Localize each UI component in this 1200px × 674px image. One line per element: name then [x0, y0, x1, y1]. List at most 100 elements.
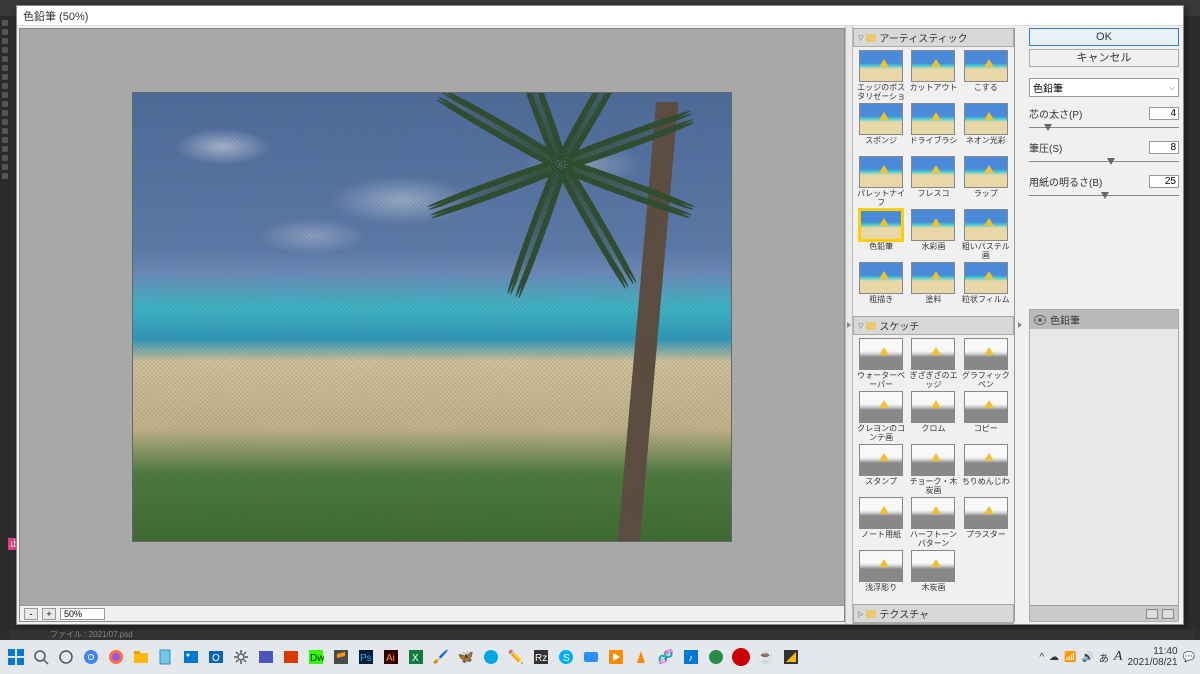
- firefox-icon[interactable]: [105, 646, 127, 668]
- category-sketch[interactable]: ▽ スケッチ: [853, 316, 1014, 335]
- app-icon-4[interactable]: ✏️: [505, 646, 527, 668]
- zoom-icon[interactable]: [580, 646, 602, 668]
- outlook-icon[interactable]: O: [205, 646, 227, 668]
- filter-thumb[interactable]: 色鉛筆: [856, 209, 906, 260]
- zoom-value[interactable]: 50%: [60, 608, 105, 620]
- music-icon[interactable]: ♪: [680, 646, 702, 668]
- filter-thumb-label: フレスコ: [917, 189, 949, 207]
- param-input[interactable]: [1149, 107, 1179, 120]
- tray-clock[interactable]: 11:40 2021/08/21: [1127, 646, 1177, 668]
- category-artistic[interactable]: ▽ アーティスティック: [853, 28, 1014, 47]
- param-input[interactable]: [1149, 141, 1179, 154]
- svg-text:Ai: Ai: [386, 653, 395, 664]
- filter-thumb[interactable]: プラスター: [961, 497, 1011, 548]
- filter-thumb[interactable]: 粒状フィルム: [961, 262, 1011, 313]
- tray-notification-icon[interactable]: 💬: [1183, 652, 1195, 663]
- filter-thumb[interactable]: スポンジ: [856, 103, 906, 154]
- record-icon[interactable]: [730, 646, 752, 668]
- chevron-right-icon: ▷: [858, 610, 863, 618]
- filter-thumb[interactable]: ぎざぎざのエッジ: [908, 338, 958, 389]
- param-slider[interactable]: [1029, 124, 1179, 132]
- filter-dropdown[interactable]: 色鉛筆: [1029, 78, 1179, 97]
- filter-thumb-label: 粗いパステル画: [961, 242, 1011, 260]
- filter-thumb[interactable]: ハーフトーンパターン: [908, 497, 958, 548]
- filter-thumb[interactable]: フレスコ: [908, 156, 958, 207]
- dreamweaver-icon[interactable]: Dw: [305, 646, 327, 668]
- tray-battery-icon[interactable]: 📶: [1064, 652, 1076, 663]
- filter-thumb[interactable]: チョーク・木炭画: [908, 444, 958, 495]
- app-icon-8[interactable]: ☕: [755, 646, 777, 668]
- tray-chevron-icon[interactable]: ^: [1039, 652, 1044, 663]
- category-brush[interactable]: ▷ ブラシストローク: [853, 623, 1014, 624]
- svg-text:X: X: [412, 653, 419, 664]
- filter-thumb[interactable]: 木炭画: [908, 550, 958, 601]
- filter-thumb[interactable]: クレヨンのコンテ画: [856, 391, 906, 442]
- cancel-button[interactable]: キャンセル: [1029, 49, 1179, 67]
- zoom-out-button[interactable]: -: [24, 608, 38, 620]
- filter-thumb[interactable]: 浅浮彫り: [856, 550, 906, 601]
- collapse-params-button[interactable]: [1015, 26, 1025, 624]
- filter-thumb[interactable]: 塗料: [908, 262, 958, 313]
- filter-thumb[interactable]: パレットナイフ: [856, 156, 906, 207]
- filter-thumb-label: グラフィックペン: [961, 371, 1011, 389]
- teams-icon[interactable]: [255, 646, 277, 668]
- app-icon[interactable]: [280, 646, 302, 668]
- filter-thumb[interactable]: コピー: [961, 391, 1011, 442]
- sublime-icon[interactable]: [330, 646, 352, 668]
- new-layer-button[interactable]: [1146, 609, 1158, 619]
- param-slider[interactable]: [1029, 192, 1179, 200]
- tray-ime-icon[interactable]: あ: [1099, 650, 1109, 665]
- filter-thumb[interactable]: カットアウト: [908, 50, 958, 101]
- filter-thumb[interactable]: エッジのポスタリゼーション: [856, 50, 906, 101]
- delete-layer-button[interactable]: [1162, 609, 1174, 619]
- app-icon-6[interactable]: 🧬: [655, 646, 677, 668]
- settings-icon[interactable]: [230, 646, 252, 668]
- filter-thumb[interactable]: グラフィックペン: [961, 338, 1011, 389]
- start-button[interactable]: [5, 646, 27, 668]
- ok-button[interactable]: OK: [1029, 28, 1179, 46]
- filter-thumb-label: スポンジ: [865, 136, 897, 154]
- media-icon[interactable]: [605, 646, 627, 668]
- visibility-icon[interactable]: [1034, 315, 1046, 325]
- app-icon-5[interactable]: Rz: [530, 646, 552, 668]
- tray-volume-icon[interactable]: 🔊: [1081, 652, 1093, 663]
- chrome-icon[interactable]: [80, 646, 102, 668]
- zoom-in-button[interactable]: +: [42, 608, 56, 620]
- app-icon-2[interactable]: 🖌️: [430, 646, 452, 668]
- notepad-icon[interactable]: [155, 646, 177, 668]
- cortana-button[interactable]: [55, 646, 77, 668]
- excel-icon[interactable]: X: [405, 646, 427, 668]
- collapse-gallery-button[interactable]: [845, 26, 853, 624]
- filter-thumb[interactable]: 粗描き: [856, 262, 906, 313]
- filter-thumb[interactable]: クロム: [908, 391, 958, 442]
- folder-icon: [866, 610, 876, 618]
- illustrator-icon[interactable]: Ai: [380, 646, 402, 668]
- filter-thumb[interactable]: スタンプ: [856, 444, 906, 495]
- skype-icon[interactable]: S: [555, 646, 577, 668]
- filter-thumb[interactable]: ウォーターペーパー: [856, 338, 906, 389]
- app-icon-9[interactable]: [780, 646, 802, 668]
- filter-thumb[interactable]: こする: [961, 50, 1011, 101]
- app-icon-7[interactable]: [705, 646, 727, 668]
- tray-font-icon[interactable]: A: [1114, 649, 1123, 665]
- butterfly-icon[interactable]: 🦋: [455, 646, 477, 668]
- search-button[interactable]: [30, 646, 52, 668]
- param-slider[interactable]: [1029, 158, 1179, 166]
- tray-cloud-icon[interactable]: ☁: [1049, 652, 1059, 663]
- filter-thumb[interactable]: 水彩画: [908, 209, 958, 260]
- filter-thumb[interactable]: ネオン光彩: [961, 103, 1011, 154]
- param-label: 芯の太さ(P): [1029, 106, 1082, 121]
- explorer-icon[interactable]: [130, 646, 152, 668]
- photos-icon[interactable]: [180, 646, 202, 668]
- photoshop-icon[interactable]: Ps: [355, 646, 377, 668]
- filter-thumb[interactable]: ラップ: [961, 156, 1011, 207]
- app-icon-3[interactable]: [480, 646, 502, 668]
- preview-image[interactable]: [132, 92, 732, 542]
- vlc-icon[interactable]: [630, 646, 652, 668]
- filter-thumb[interactable]: ノート用紙: [856, 497, 906, 548]
- param-input[interactable]: [1149, 175, 1179, 188]
- filter-thumb[interactable]: 粗いパステル画: [961, 209, 1011, 260]
- category-texture[interactable]: ▷ テクスチャ: [853, 604, 1014, 623]
- filter-thumb[interactable]: ちりめんじわ: [961, 444, 1011, 495]
- filter-thumb[interactable]: ドライブラシ: [908, 103, 958, 154]
